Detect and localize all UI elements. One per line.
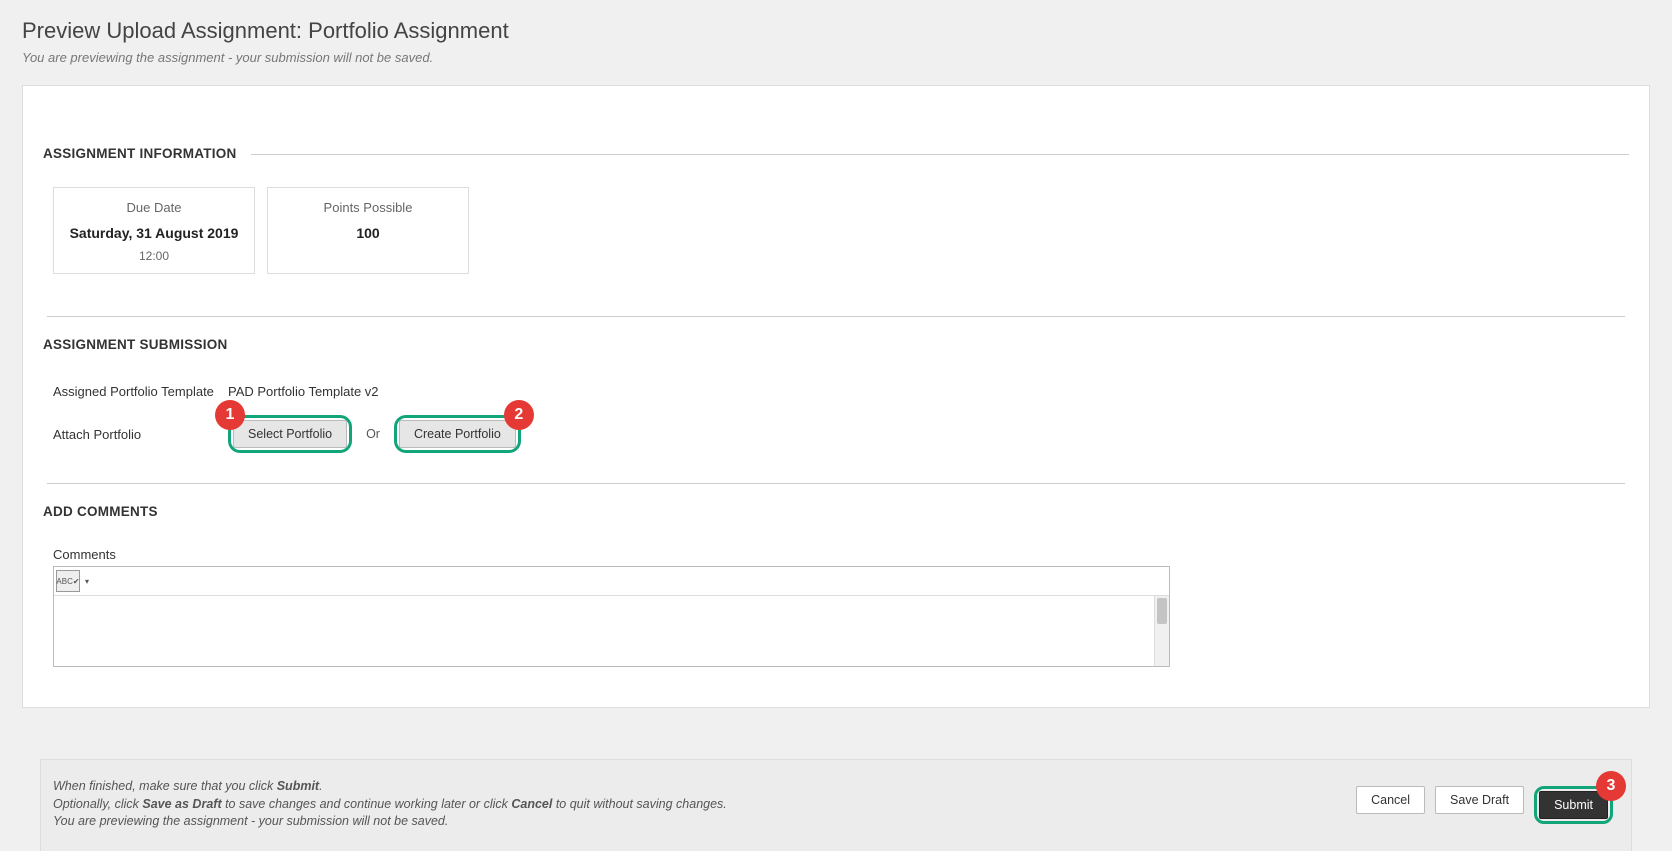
main-card: ASSIGNMENT INFORMATION Due Date Saturday…: [22, 85, 1650, 708]
section-heading-comments: ADD COMMENTS: [43, 504, 158, 519]
section-heading-information: ASSIGNMENT INFORMATION: [43, 146, 237, 161]
due-date-time: 12:00: [54, 249, 254, 263]
points-box: Points Possible 100: [267, 187, 469, 274]
callout-badge-1: 1: [215, 400, 245, 430]
callout-1: 1 Select Portfolio: [228, 415, 352, 453]
footer-line1-submit: Submit: [277, 779, 319, 793]
callout-badge-3: 3: [1596, 771, 1626, 801]
create-portfolio-button[interactable]: Create Portfolio: [399, 420, 516, 448]
callout-2: 2 Create Portfolio: [394, 415, 521, 453]
footer-line2-savedraft: Save as Draft: [142, 797, 221, 811]
scrollbar-thumb[interactable]: [1157, 598, 1167, 624]
footer-line2-a: Optionally, click: [53, 797, 142, 811]
due-date-value: Saturday, 31 August 2019: [54, 225, 254, 241]
rule: [47, 316, 1625, 317]
comments-editor: ABC✔ ▾: [53, 566, 1170, 667]
footer-line1-a: When finished, make sure that you click: [53, 779, 277, 793]
template-label: Assigned Portfolio Template: [53, 384, 228, 399]
points-label: Points Possible: [268, 200, 468, 215]
submit-button[interactable]: Submit: [1539, 791, 1608, 819]
due-date-box: Due Date Saturday, 31 August 2019 12:00: [53, 187, 255, 274]
footer-line2-c: to save changes and continue working lat…: [222, 797, 512, 811]
spellcheck-icon[interactable]: ABC✔: [56, 570, 80, 592]
rule: [242, 345, 1629, 346]
rule: [172, 512, 1629, 513]
save-draft-button[interactable]: Save Draft: [1435, 786, 1524, 814]
cancel-button[interactable]: Cancel: [1356, 786, 1425, 814]
page-subtitle: You are previewing the assignment - your…: [22, 50, 1650, 65]
template-value: PAD Portfolio Template v2: [228, 384, 379, 399]
footer-line3: You are previewing the assignment - your…: [53, 813, 727, 831]
toolbar-dropdown-icon[interactable]: ▾: [82, 571, 92, 591]
footer-line2-cancel: Cancel: [511, 797, 552, 811]
comments-textarea[interactable]: [54, 595, 1169, 666]
attach-label: Attach Portfolio: [53, 427, 228, 442]
scrollbar[interactable]: [1154, 596, 1169, 666]
rule: [251, 154, 1630, 155]
points-value: 100: [268, 225, 468, 241]
footer-line2-e: to quit without saving changes.: [552, 797, 726, 811]
footer-line1-c: .: [319, 779, 322, 793]
callout-badge-2: 2: [504, 400, 534, 430]
page-title: Preview Upload Assignment: Portfolio Ass…: [22, 18, 1650, 44]
due-date-label: Due Date: [54, 200, 254, 215]
comments-label: Comments: [53, 547, 1629, 562]
or-text: Or: [366, 427, 380, 441]
callout-3: 3 Submit: [1534, 786, 1613, 824]
footer-text: When finished, make sure that you click …: [53, 778, 727, 851]
footer-bar: When finished, make sure that you click …: [40, 759, 1632, 851]
select-portfolio-button[interactable]: Select Portfolio: [233, 420, 347, 448]
rule: [47, 483, 1625, 484]
section-heading-submission: ASSIGNMENT SUBMISSION: [43, 337, 228, 352]
editor-toolbar: ABC✔ ▾: [54, 567, 1169, 595]
